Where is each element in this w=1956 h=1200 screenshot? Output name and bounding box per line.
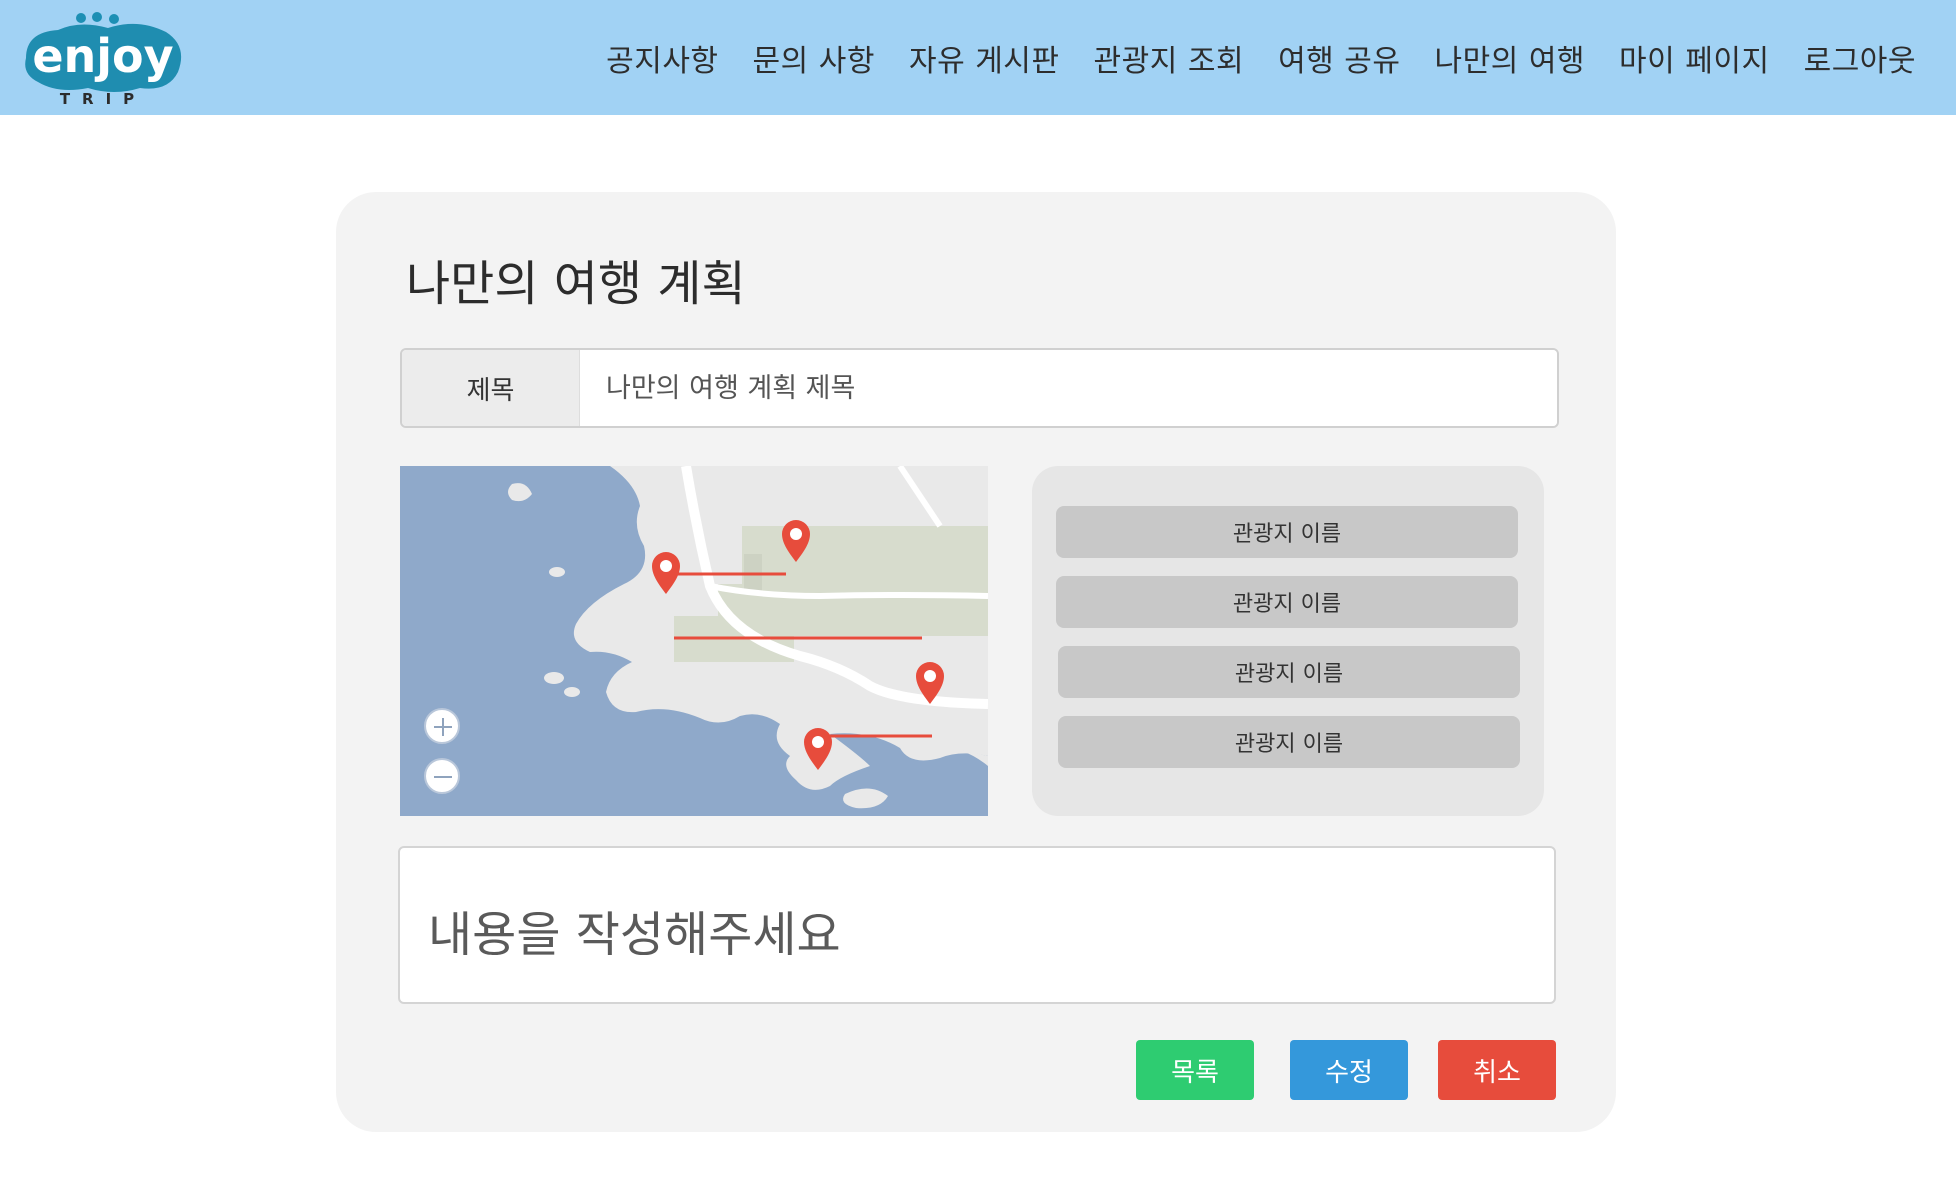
nav-my-page[interactable]: 마이 페이지 bbox=[1619, 36, 1770, 80]
trip-map[interactable] bbox=[400, 466, 988, 816]
edit-button[interactable]: 수정 bbox=[1290, 1040, 1408, 1100]
island bbox=[843, 788, 888, 809]
minus-icon[interactable] bbox=[424, 758, 460, 794]
nav-notice[interactable]: 공지사항 bbox=[606, 36, 718, 80]
place-item[interactable]: 관광지 이름 bbox=[1056, 506, 1518, 558]
title-input[interactable] bbox=[580, 350, 1557, 426]
island bbox=[508, 483, 532, 502]
enjoy-trip-logo[interactable]: enjoy TRIP bbox=[18, 10, 188, 108]
title-field: 제목 bbox=[400, 348, 1559, 428]
nav-inquiry[interactable]: 문의 사항 bbox=[753, 36, 875, 80]
content-field bbox=[398, 846, 1556, 1004]
island bbox=[549, 567, 565, 577]
logo-graphic: enjoy TRIP bbox=[25, 12, 182, 108]
place-item[interactable]: 관광지 이름 bbox=[1058, 716, 1520, 768]
plus-icon[interactable] bbox=[424, 708, 460, 744]
top-navbar: enjoy TRIP 공지사항 문의 사항 자유 게시판 관광지 조회 여행 공… bbox=[0, 0, 1956, 115]
trip-plan-card: 나만의 여행 계획 제목 나만의 여행 계획 제목 관광지 이름 관광지 이름 … bbox=[336, 192, 1616, 1132]
cancel-button[interactable]: 취소 bbox=[1438, 1040, 1556, 1100]
place-list: 관광지 이름 관광지 이름 관광지 이름 관광지 이름 bbox=[1032, 466, 1544, 816]
place-item[interactable]: 관광지 이름 bbox=[1058, 646, 1520, 698]
island bbox=[564, 687, 580, 697]
nav-free-board[interactable]: 자유 게시판 bbox=[909, 36, 1060, 80]
map-canvas[interactable] bbox=[400, 466, 988, 816]
list-button[interactable]: 목록 bbox=[1136, 1040, 1254, 1100]
nav-trip-share[interactable]: 여행 공유 bbox=[1278, 36, 1400, 80]
page-title: 나만의 여행 계획 bbox=[406, 256, 746, 312]
map-field bbox=[742, 526, 988, 588]
nav-my-trip[interactable]: 나만의 여행 bbox=[1435, 36, 1586, 80]
main-nav: 공지사항 문의 사항 자유 게시판 관광지 조회 여행 공유 나만의 여행 마이… bbox=[606, 0, 1916, 115]
logo-subtext: TRIP bbox=[60, 90, 146, 108]
title-label: 제목 bbox=[402, 350, 580, 426]
island bbox=[544, 672, 564, 684]
nav-logout[interactable]: 로그아웃 bbox=[1804, 36, 1916, 80]
nav-attraction-search[interactable]: 관광지 조회 bbox=[1094, 36, 1245, 80]
logo-text: enjoy bbox=[32, 29, 173, 83]
content-textarea[interactable] bbox=[428, 895, 1554, 955]
place-item[interactable]: 관광지 이름 bbox=[1056, 576, 1518, 628]
